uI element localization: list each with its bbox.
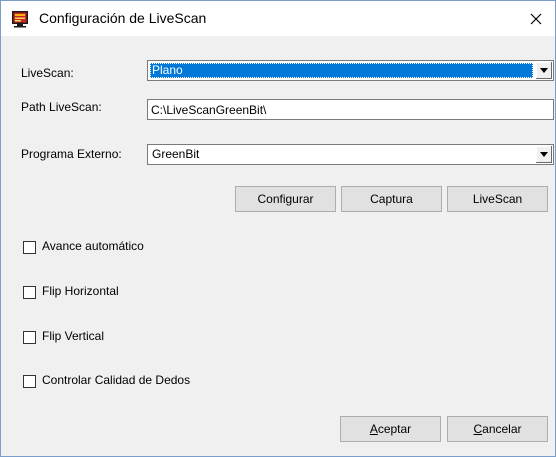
livescan-label: LiveScan: xyxy=(21,66,74,80)
programa-externo-label: Programa Externo: xyxy=(21,147,122,161)
aceptar-button[interactable]: Aceptar xyxy=(340,416,441,442)
checkbox-label: Avance automático xyxy=(42,239,144,253)
dropdown-button[interactable] xyxy=(535,146,552,163)
aceptar-label: Aceptar xyxy=(369,422,412,436)
livescan-select[interactable]: Plano xyxy=(147,60,554,81)
close-button[interactable] xyxy=(523,6,549,32)
cancelar-label: Cancelar xyxy=(473,422,522,436)
programa-externo-select-value: GreenBit xyxy=(152,147,200,161)
cancelar-button[interactable]: Cancelar xyxy=(447,416,548,442)
path-livescan-label: Path LiveScan: xyxy=(21,100,102,114)
checkbox-box[interactable] xyxy=(23,286,36,299)
checkbox-box[interactable] xyxy=(23,375,36,388)
close-icon xyxy=(530,13,542,25)
livescan-select-value: Plano xyxy=(150,63,533,78)
configurar-button[interactable]: Configurar xyxy=(235,186,336,212)
checkbox-label: Flip Vertical xyxy=(42,329,105,343)
dialog-body: LiveScan: Plano Path LiveScan: Programa … xyxy=(1,36,555,456)
checkbox-box[interactable] xyxy=(23,331,36,344)
captura-button[interactable]: Captura xyxy=(341,186,442,212)
chevron-down-icon xyxy=(540,152,548,157)
checkbox-label: Controlar Calidad de Dedos xyxy=(42,373,191,387)
livescan-button[interactable]: LiveScan xyxy=(447,186,548,212)
title-bar[interactable]: Configuración de LiveScan xyxy=(1,1,555,36)
dropdown-button[interactable] xyxy=(535,62,552,79)
path-livescan-input[interactable] xyxy=(148,100,553,119)
programa-externo-select[interactable]: GreenBit xyxy=(147,144,554,165)
window-title: Configuración de LiveScan xyxy=(39,10,207,26)
livescan-config-dialog: Configuración de LiveScan LiveScan: Plan… xyxy=(0,0,556,457)
checkbox-label: Flip Horizontal xyxy=(42,284,119,298)
chevron-down-icon xyxy=(540,68,548,73)
path-livescan-field[interactable] xyxy=(147,99,554,120)
checkbox-box[interactable] xyxy=(23,241,36,254)
livescan-app-icon xyxy=(11,10,29,28)
